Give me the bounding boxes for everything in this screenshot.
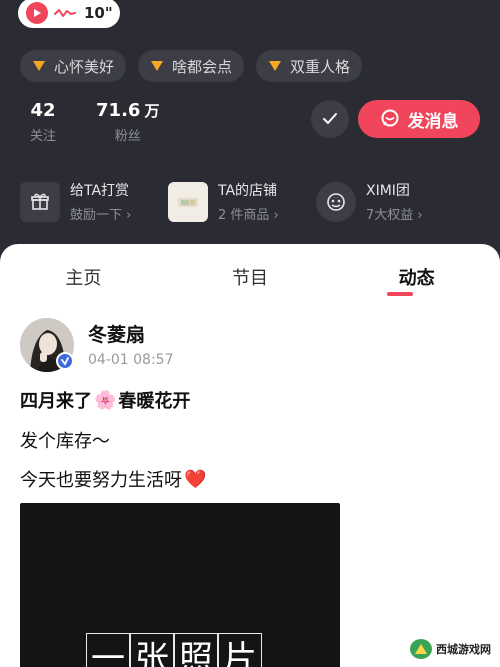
- content-sheet: 主页 节目 动态 冬菱扇 04-01 08:57 四月来了 🌸 春暖花开 发个库存～…: [0, 244, 500, 667]
- tab-home[interactable]: 主页: [0, 264, 167, 290]
- tag-label: 啥都会点: [172, 57, 233, 76]
- watermark-text: 西城游戏网: [436, 643, 491, 656]
- post-image[interactable]: 一 张 照 片: [20, 503, 340, 667]
- heart-icon: [33, 61, 45, 71]
- group-badge-icon: [316, 181, 356, 222]
- heart-emoji: ❤️: [184, 468, 207, 490]
- followed-button[interactable]: [311, 100, 349, 138]
- blossom-emoji: 🌸: [94, 389, 117, 411]
- play-icon: [26, 2, 48, 24]
- tag-chip[interactable]: 啥都会点: [138, 50, 245, 82]
- watermark-logo-icon: [410, 639, 432, 659]
- send-message-label: 发消息: [407, 111, 459, 132]
- tag-chip[interactable]: 心怀美好: [20, 50, 127, 82]
- tab-moments[interactable]: 动态: [333, 264, 500, 290]
- reward-title: 给TA打赏: [70, 183, 130, 199]
- caption-char: 张: [130, 633, 174, 667]
- shop-entry[interactable]: TA的店铺 2 件商品 ›: [168, 180, 300, 223]
- check-icon: [323, 113, 337, 124]
- following-label: 关注: [30, 129, 57, 144]
- caption-char: 一: [86, 633, 130, 667]
- ximi-subtitle: 7大权益 ›: [366, 208, 423, 223]
- post-text-line: 四月来了 🌸 春暖花开: [20, 389, 191, 413]
- send-message-button[interactable]: 发消息: [358, 100, 480, 138]
- followers-label: 粉丝: [114, 129, 141, 144]
- shop-thumbnail: [168, 181, 208, 222]
- author-name[interactable]: 冬菱扇: [88, 320, 145, 347]
- reward-entry[interactable]: 给TA打赏 鼓励一下 ›: [20, 180, 152, 223]
- tag-label: 双重人格: [290, 57, 351, 76]
- waveform-icon: [54, 4, 76, 23]
- ximi-group-entry[interactable]: XIMI团 7大权益 ›: [316, 180, 448, 223]
- verified-badge-icon: [56, 352, 74, 370]
- tag-list: 心怀美好 啥都会点 双重人格: [20, 50, 363, 82]
- caption-char: 照: [174, 633, 218, 667]
- post-text-line: 发个库存～: [20, 431, 110, 452]
- followers-stat[interactable]: 71.6 万 粉丝: [96, 100, 159, 144]
- service-row: 给TA打赏 鼓励一下 › TA的店铺 2 件商品 › XIMI团 7大权益 ›: [20, 180, 448, 223]
- post-text-line: 今天也要努力生活呀 ❤️: [20, 468, 207, 492]
- voice-duration: 10": [84, 4, 113, 22]
- tag-label: 心怀美好: [54, 57, 115, 76]
- profile-stats: 42 关注 71.6 万 粉丝: [30, 100, 159, 144]
- following-stat[interactable]: 42 关注: [30, 100, 56, 144]
- image-caption: 一 张 照 片: [86, 633, 262, 667]
- site-watermark: 西城游戏网: [406, 635, 496, 663]
- active-tab-indicator: [387, 292, 413, 296]
- reward-subtitle: 鼓励一下 ›: [70, 208, 132, 223]
- tag-chip[interactable]: 双重人格: [256, 50, 363, 82]
- caption-char: 片: [218, 633, 262, 667]
- heart-icon: [151, 61, 164, 71]
- voice-intro-pill[interactable]: 10": [18, 0, 120, 28]
- post-timestamp: 04-01 08:57: [88, 352, 174, 368]
- heart-icon: [269, 61, 282, 71]
- tab-bar: 主页 节目 动态: [0, 264, 500, 290]
- ximi-title: XIMI团: [366, 183, 410, 199]
- shop-subtitle: 2 件商品 ›: [218, 208, 279, 223]
- chat-bubble-icon: [381, 109, 398, 127]
- tab-programs[interactable]: 节目: [167, 264, 334, 290]
- followers-count: 71.6 万: [96, 100, 160, 121]
- shop-title: TA的店铺: [218, 183, 278, 199]
- following-count: 42: [30, 100, 56, 121]
- gift-icon: [20, 181, 60, 222]
